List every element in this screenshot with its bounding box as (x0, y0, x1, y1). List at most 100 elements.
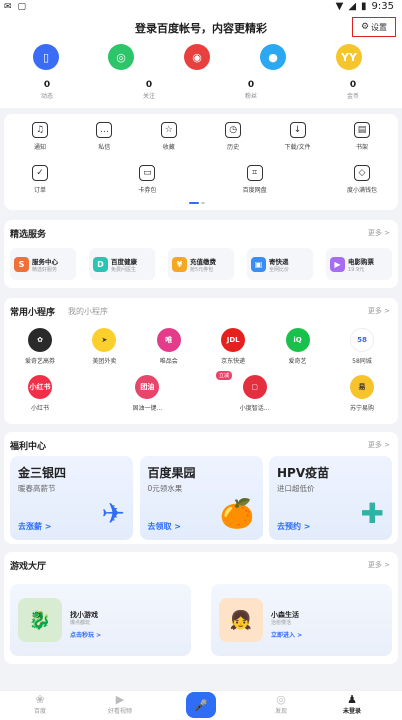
stat-动态[interactable]: 0 动态 (32, 80, 62, 100)
service-充值缴费[interactable]: ¥ 充值缴费 抢5元券包 (168, 248, 234, 280)
service-icon: ¥ (172, 256, 187, 272)
games-more-link[interactable]: 更多 > (368, 560, 390, 570)
mini-app-icon: ✿ (28, 328, 52, 352)
tool-label: 订单 (33, 187, 46, 194)
phone-icon[interactable]: ▯ (33, 44, 59, 70)
service-电影购票[interactable]: ▶ 电影购票 19.9元 (326, 248, 392, 280)
tool-百度网盘[interactable]: ⌗ 百度网盘 (225, 165, 285, 194)
service-寄快递[interactable]: ▣ 寄快递 全网比价 (247, 248, 313, 280)
service-服务中心[interactable]: S 服务中心 精选好服务 (10, 248, 76, 280)
settings-button[interactable]: ⚙ 设置 (352, 17, 396, 37)
nav-未登录[interactable]: ♟ 未登录 (322, 693, 382, 715)
tool-订单[interactable]: ✓ 订单 (10, 165, 70, 194)
mini-app-唯品会[interactable]: 唯唯品会 (139, 328, 199, 365)
nav-发现[interactable]: ◎ 发现 (251, 693, 311, 715)
service-sub: 精选好服务 (32, 266, 58, 273)
game-play-button[interactable]: 点击秒玩 > (70, 630, 101, 639)
tool-书架[interactable]: ▤ 书架 (332, 122, 392, 151)
mini-programs-more-link[interactable]: 更多 > (368, 306, 390, 316)
nav-label: 好看视频 (107, 708, 132, 715)
game-card[interactable]: 🐉 找小游戏 爆点都玩 点击秒玩 > (10, 584, 191, 656)
tool-label: 卡券包 (138, 187, 157, 194)
service-name: 电影购票 (348, 257, 374, 266)
tool-度小满钱包[interactable]: ◇ 度小满钱包 (332, 165, 392, 194)
services-more-link[interactable]: 更多 > (368, 228, 390, 238)
mini-app-58同城[interactable]: 58 58同城 (332, 328, 392, 365)
game-sub: 爆点都玩 (70, 620, 91, 626)
welfare-card[interactable]: 百度果园 0元领水果 去领取 > 🍊 (139, 456, 263, 540)
stat-粉丝[interactable]: 0 粉丝 (236, 80, 266, 100)
tool-label: 书架 (355, 144, 368, 151)
stat-关注[interactable]: 0 关注 (134, 80, 164, 100)
welfare-more-link[interactable]: 更多 > (368, 440, 390, 450)
tool-通知[interactable]: ♫ 通知 (10, 122, 70, 151)
game-thumbnail: 👧 (219, 598, 263, 642)
mini-app-爱奇艺高券[interactable]: ✿ 爱奇艺高券 (10, 328, 70, 365)
wifi-icon: ▼ (335, 1, 344, 12)
page-indicator-active (189, 202, 199, 204)
mini-app-京东快递[interactable]: JDL 京东快递 (203, 328, 263, 365)
nav-voice[interactable]: 🎤 (171, 692, 231, 718)
welfare-illustration: 🍊 (219, 497, 255, 530)
mini-app-美团外卖[interactable]: ➤ 美团外卖 (74, 328, 134, 365)
welfare-card[interactable]: 金三银四 暖春高薪节 去涨薪 > ✈ (10, 456, 133, 540)
welfare-card-sub: 进口超低价 (277, 484, 315, 493)
welfare-illustration: ✈ (101, 497, 125, 530)
coupon-icon: ▭ (139, 165, 156, 181)
tool-下载/文件[interactable]: ↓ 下载/文件 (268, 122, 328, 151)
tool-label: 度小满钱包 (346, 187, 377, 194)
order-icon: ✓ (32, 165, 48, 181)
service-sub: 全网比价 (269, 266, 290, 273)
mini-app-苏宁易购[interactable]: 易苏宁易购 (332, 375, 392, 412)
game-play-button[interactable]: 立即进入 > (271, 630, 302, 639)
voice-icon[interactable]: 🎤 (186, 692, 216, 718)
service-百度健康[interactable]: D 百度健康 免费问医生 (89, 248, 155, 280)
cloud-icon: ⌗ (246, 165, 263, 181)
signal-icon: ◢ (348, 1, 357, 12)
tool-卡券包[interactable]: ▭ 卡券包 (117, 165, 177, 194)
nav-label: 百度 (33, 708, 46, 715)
tool-私信[interactable]: … 私信 (74, 122, 134, 151)
tool-label: 通知 (33, 144, 46, 151)
sim-icon: ▢ (17, 2, 27, 12)
stat-label: 动态 (40, 93, 53, 100)
login-prompt[interactable]: 登录百度帐号，内容更精彩 (0, 20, 402, 36)
tool-收藏[interactable]: ☆ 收藏 (139, 122, 199, 151)
stat-金币[interactable]: 0 金币 (338, 80, 368, 100)
mini-app-label: 58同城 (352, 358, 372, 365)
nav-好看视频[interactable]: ▶ 好看视频 (90, 693, 150, 715)
tab-common-mini-programs[interactable]: 常用小程序 (10, 305, 55, 318)
game-card[interactable]: 👧 小森生活 治愈慢活 立即进入 > (211, 584, 392, 656)
mini-app-icon: JDL (221, 328, 246, 352)
star-icon: ☆ (160, 122, 177, 138)
service-icon: S (14, 256, 29, 272)
nav-百度[interactable]: ❀ 百度 (10, 693, 70, 715)
welfare-illustration: ✚ (360, 497, 384, 530)
tool-历史[interactable]: ◷ 历史 (203, 122, 263, 151)
wechat-icon[interactable]: ◎ (108, 44, 134, 70)
welfare-card[interactable]: HPV疫苗 进口超低价 去预约 > ✚ (269, 456, 392, 540)
qq-icon[interactable]: ● (260, 44, 286, 70)
mini-app-小红书[interactable]: 小红书 小红书 (10, 375, 70, 412)
mini-app-label: 爱奇艺高券 (24, 358, 55, 365)
yy-icon[interactable]: YY (336, 44, 362, 70)
tab-my-mini-programs[interactable]: 我的小程序 (68, 306, 108, 317)
play-icon: ▶ (115, 693, 125, 706)
service-icon: ▣ (251, 256, 266, 272)
welfare-card-action[interactable]: 去涨薪 > (18, 521, 52, 532)
user-icon: ♟ (347, 693, 357, 706)
mini-app-爱奇艺[interactable]: iQ 爱奇艺 (268, 328, 328, 365)
mini-app-小度智话...[interactable]: ▢ 小度智话... (225, 375, 285, 412)
bell-icon: ♫ (32, 122, 48, 138)
discount-badge: 立减 (216, 371, 233, 380)
tool-label: 下载/文件 (284, 144, 311, 151)
welfare-card-action[interactable]: 去预约 > (277, 521, 311, 532)
header: 登录百度帐号，内容更精彩 ⚙ 设置 (0, 16, 402, 38)
service-name: 百度健康 (111, 257, 137, 266)
welfare-card-action[interactable]: 去领取 > (148, 521, 182, 532)
weibo-icon[interactable]: ◉ (184, 44, 210, 70)
service-icon: ▶ (330, 256, 345, 272)
mini-app-label: 小红书 (30, 405, 49, 412)
service-sub: 免费问医生 (111, 266, 137, 273)
mini-app-固油一键...[interactable]: 团油 固油一键... (117, 375, 177, 412)
